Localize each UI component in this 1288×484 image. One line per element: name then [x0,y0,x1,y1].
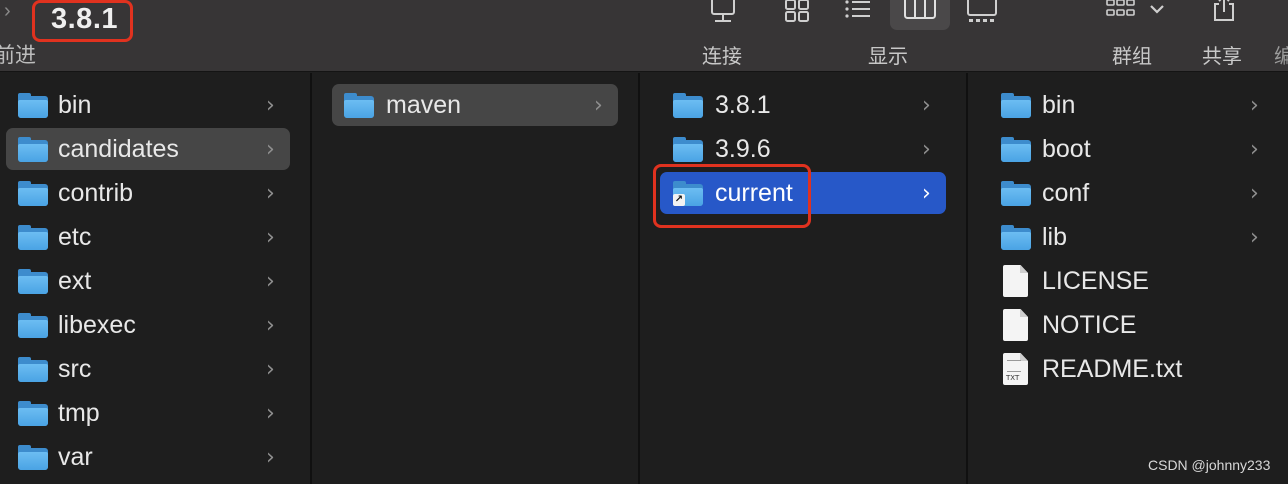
folder-icon [18,225,48,250]
list-icon[interactable] [844,0,872,22]
list-item-notice[interactable]: NOTICE [988,304,1272,346]
list-item-candidates[interactable]: candidates › [6,128,290,170]
chevron-right-icon: › [922,92,931,118]
folder-icon [18,93,48,118]
folder-icon [18,401,48,426]
list-item-ext[interactable]: ext › [6,260,290,302]
list-item-conf[interactable]: conf › [988,172,1272,214]
list-item-readme[interactable]: TXT README.txt [988,348,1272,390]
group-icon[interactable] [1106,0,1136,24]
item-name: tmp [58,398,100,427]
folder-icon [18,181,48,206]
chevron-down-icon[interactable] [1148,2,1166,16]
item-name: boot [1042,134,1091,163]
share-icon[interactable] [1210,0,1238,24]
group-label[interactable]: 群组 [1112,40,1152,69]
chevron-right-icon: › [266,268,275,294]
list-item-license[interactable]: LICENSE [988,260,1272,302]
chevron-right-icon: › [1250,180,1259,206]
folder-icon [18,137,48,162]
item-name: 3.9.6 [715,134,771,163]
share-label[interactable]: 共享 [1202,40,1242,69]
chevron-right-icon: › [1250,224,1259,250]
window-title: 3.8.1 [51,3,118,35]
list-item-maven[interactable]: maven › [332,84,618,126]
chevron-right-icon: › [1250,92,1259,118]
folder-icon [18,313,48,338]
text-file-icon: TXT [1003,353,1028,385]
list-item-var[interactable]: var › [6,436,290,478]
chevron-right-icon: › [1250,136,1259,162]
item-name: lib [1042,222,1068,251]
item-name: maven [386,90,462,119]
item-name: README.txt [1042,354,1183,383]
item-name: bin [1042,90,1076,119]
chevron-right-icon: › [266,92,275,118]
list-item-tmp[interactable]: tmp › [6,392,290,434]
item-name: etc [58,222,92,251]
grid-icon[interactable] [784,0,810,24]
chevron-right-icon: › [922,136,931,162]
toolbar: › 前进 3.8.1 连接 显示 [0,0,1288,72]
item-name: candidates [58,134,179,163]
folder-icon [673,137,703,162]
chevron-right-icon: › [266,356,275,382]
chevron-right-icon: › [266,400,275,426]
folder-icon [344,93,374,118]
folder-icon [18,445,48,470]
folder-icon [1001,225,1031,250]
document-icon [1003,265,1028,297]
folder-icon [1001,137,1031,162]
forward-label[interactable]: 前进 [0,39,36,69]
chevron-right-icon: › [266,444,275,470]
item-name: LICENSE [1042,266,1149,295]
item-name: bin [58,90,92,119]
columns-icon[interactable] [903,0,937,22]
chevron-right-icon: › [266,312,275,338]
server-icon[interactable] [708,0,738,26]
view-label[interactable]: 显示 [868,40,908,69]
connect-label[interactable]: 连接 [702,40,742,69]
item-name: contrib [58,178,134,207]
chevron-right-icon: › [922,180,931,206]
folder-icon [1001,181,1031,206]
list-item-lib[interactable]: lib › [988,216,1272,258]
folder-icon [18,269,48,294]
list-item-bin[interactable]: bin › [6,84,290,126]
item-name: NOTICE [1042,310,1137,339]
list-item-src[interactable]: src › [6,348,290,390]
current-annotation-box [653,164,811,228]
edit-tags-label[interactable]: 编 [1274,40,1288,69]
column-2 [312,73,638,484]
chevron-right-icon: › [594,92,603,118]
item-name: 3.8.1 [715,90,771,119]
list-item-boot[interactable]: boot › [988,128,1272,170]
list-item-bin[interactable]: bin › [988,84,1272,126]
chevron-right-icon: › [266,224,275,250]
file-badge: TXT [1006,374,1020,382]
list-item-etc[interactable]: etc › [6,216,290,258]
gallery-icon[interactable] [966,0,998,24]
list-item-libexec[interactable]: libexec › [6,304,290,346]
chevron-right-icon[interactable]: › [4,0,11,23]
chevron-right-icon: › [266,136,275,162]
chevron-right-icon: › [266,180,275,206]
item-name: ext [58,266,92,295]
folder-icon [1001,93,1031,118]
item-name: libexec [58,310,136,339]
list-item-3-8-1[interactable]: 3.8.1 › [660,84,946,126]
watermark: CSDN @johnny233 [1148,457,1271,473]
folder-icon [18,357,48,382]
item-name: var [58,442,93,471]
list-item-contrib[interactable]: contrib › [6,172,290,214]
folder-icon [673,93,703,118]
document-icon [1003,309,1028,341]
item-name: conf [1042,178,1090,207]
item-name: src [58,354,92,383]
